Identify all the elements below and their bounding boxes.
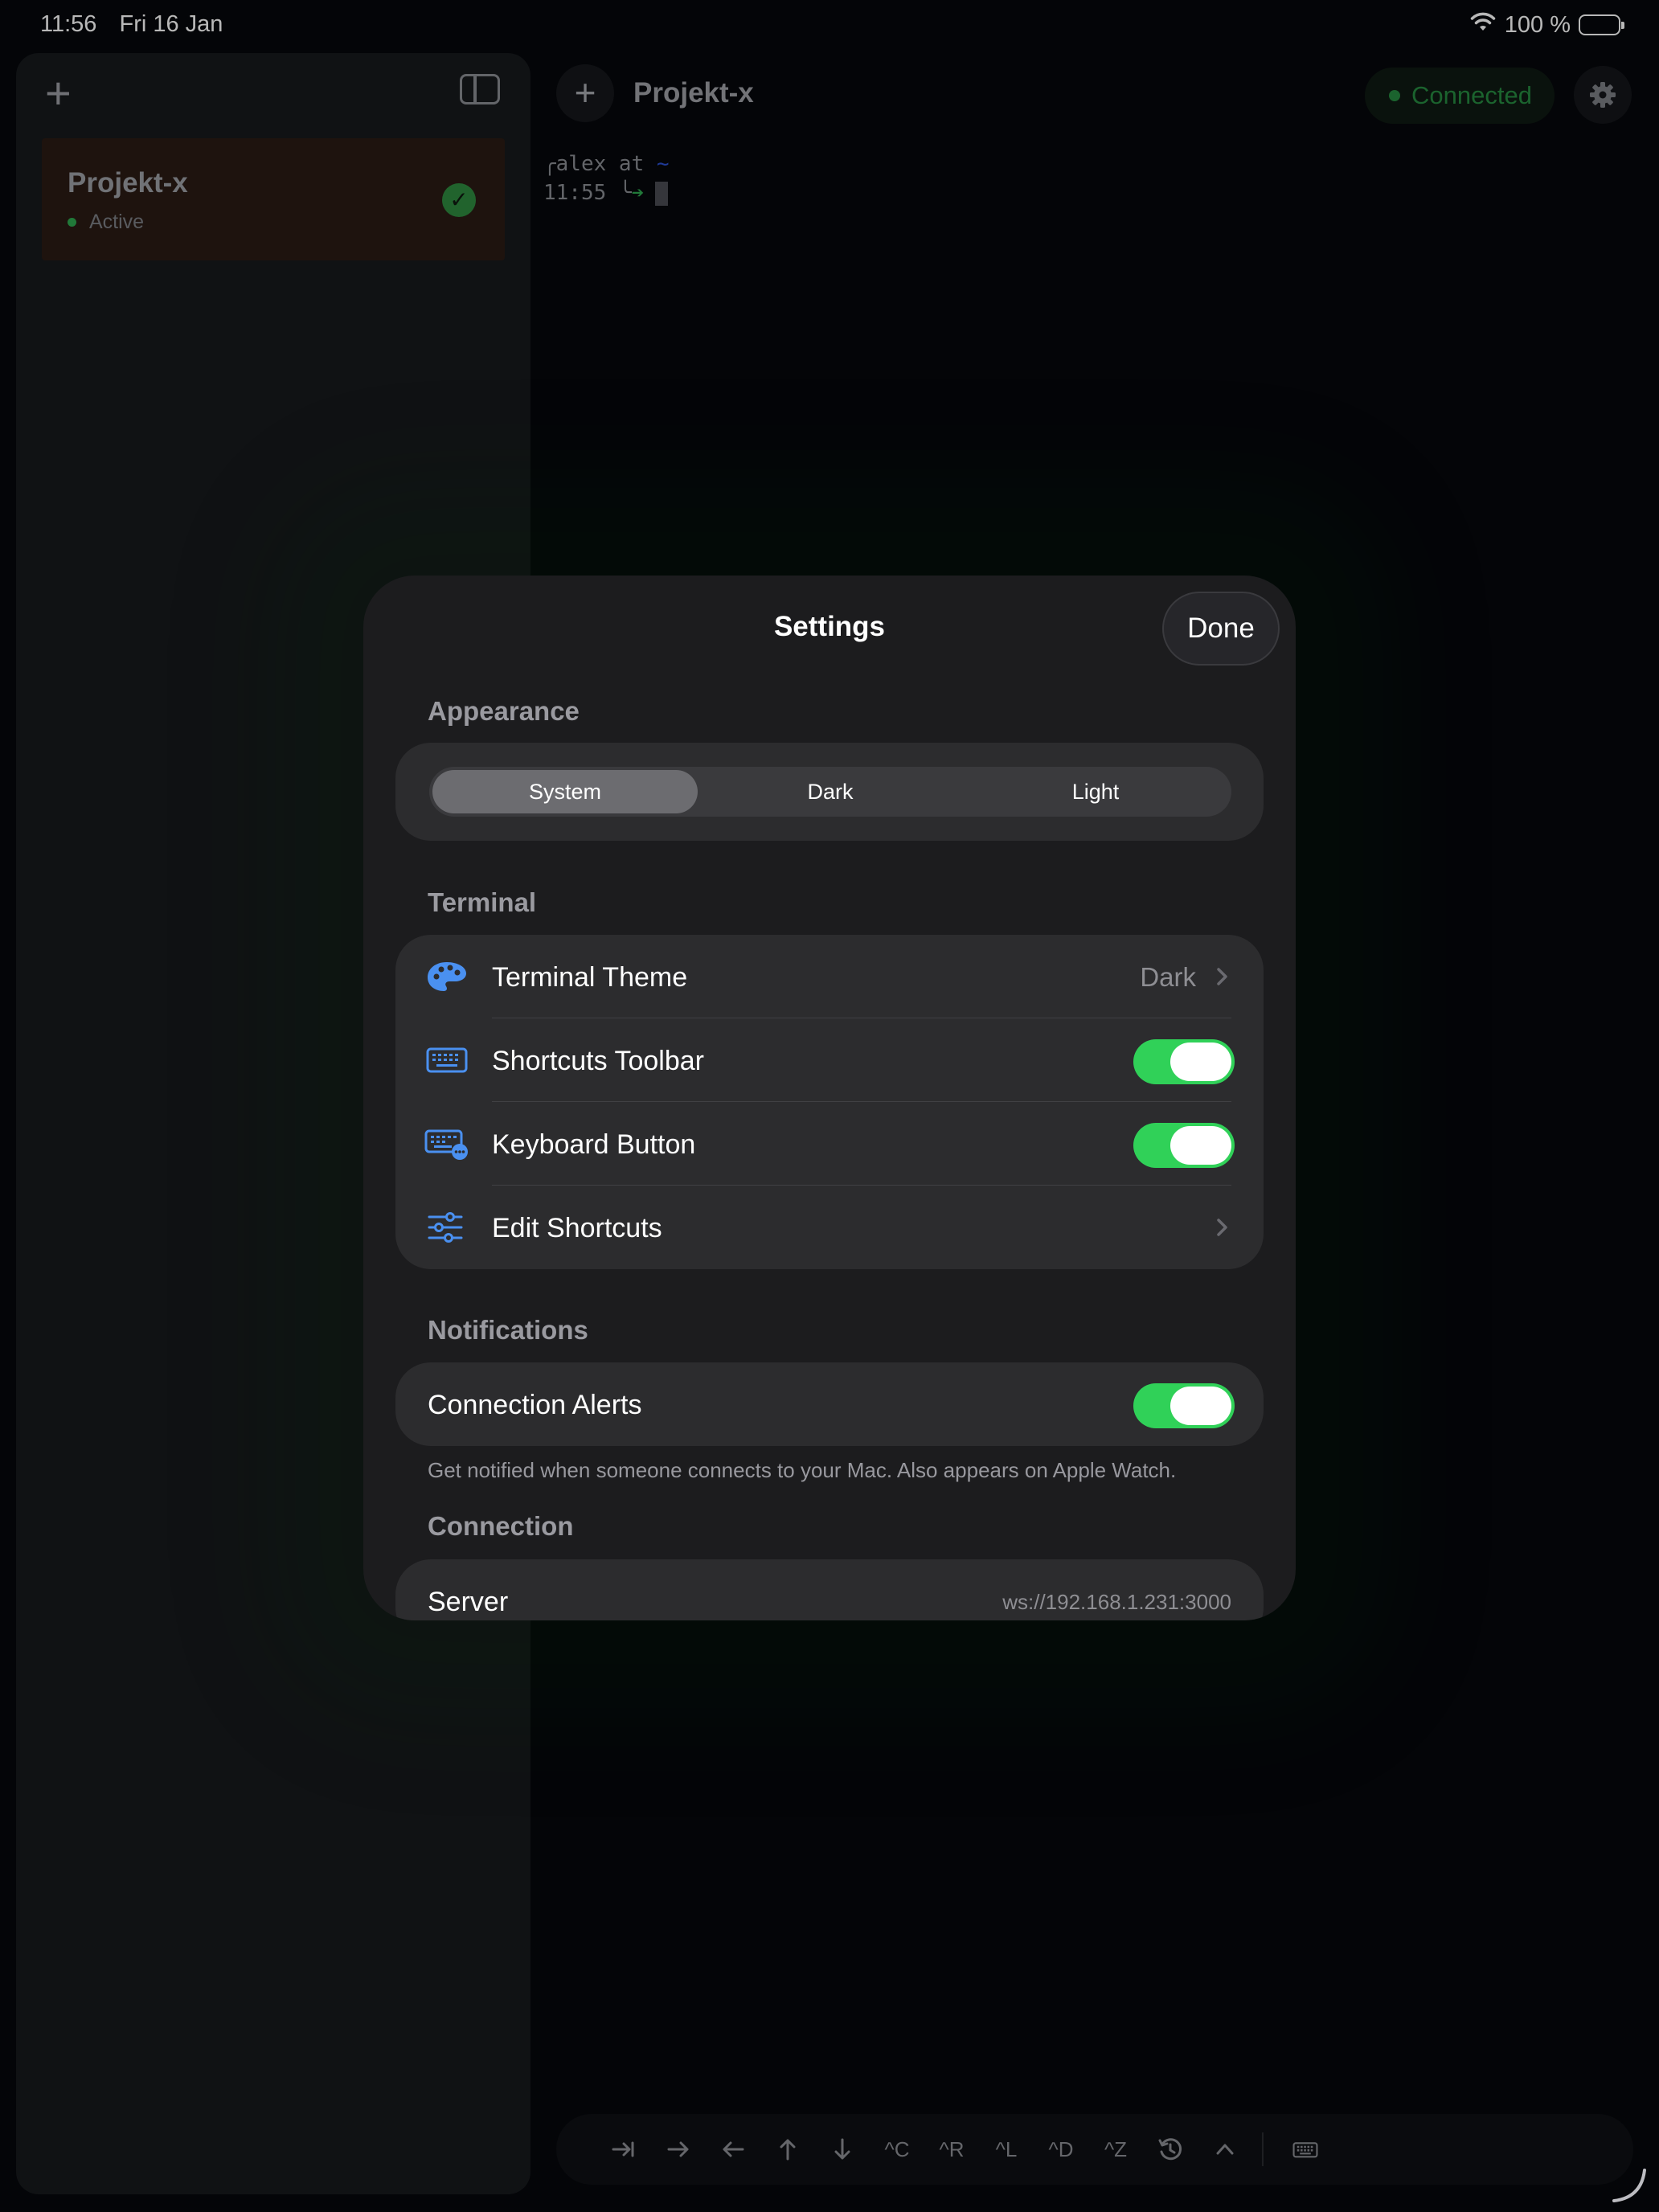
connection-alerts-label: Connection Alerts bbox=[428, 1390, 642, 1420]
notifications-header: Notifications bbox=[428, 1315, 588, 1345]
toggle-knob bbox=[1170, 1387, 1231, 1425]
settings-sheet: Settings Done Appearance System Dark Lig… bbox=[363, 576, 1296, 1620]
shortcuts-toolbar-toggle[interactable] bbox=[1133, 1039, 1235, 1084]
appearance-option-light[interactable]: Light bbox=[963, 770, 1228, 813]
terminal-card: Terminal Theme Dark Shortcuts Toolbar Ke… bbox=[395, 935, 1264, 1269]
appearance-segmented-control: System Dark Light bbox=[429, 767, 1231, 817]
appearance-option-system[interactable]: System bbox=[432, 770, 698, 813]
keyboard-icon bbox=[426, 1047, 468, 1073]
keyboard-button-row: Keyboard Button bbox=[395, 1102, 1264, 1186]
resize-grip-icon[interactable] bbox=[1609, 2165, 1649, 2206]
appearance-card: System Dark Light bbox=[395, 743, 1264, 841]
connection-card: Server ws://192.168.1.231:3000 bbox=[395, 1559, 1264, 1620]
terminal-theme-row[interactable]: Terminal Theme Dark bbox=[395, 935, 1264, 1018]
server-row[interactable]: Server ws://192.168.1.231:3000 bbox=[395, 1559, 1264, 1620]
toggle-knob bbox=[1170, 1043, 1231, 1081]
done-button[interactable]: Done bbox=[1162, 592, 1280, 666]
settings-title: Settings bbox=[773, 611, 886, 642]
chevron-right-icon bbox=[1217, 968, 1227, 985]
connection-alerts-row: Connection Alerts bbox=[395, 1362, 1264, 1446]
connection-alerts-toggle[interactable] bbox=[1133, 1383, 1235, 1428]
appearance-header: Appearance bbox=[428, 696, 580, 726]
shortcuts-toolbar-label: Shortcuts Toolbar bbox=[492, 1046, 704, 1076]
edit-shortcuts-label: Edit Shortcuts bbox=[492, 1213, 662, 1243]
connection-header: Connection bbox=[428, 1511, 574, 1541]
server-value: ws://192.168.1.231:3000 bbox=[1002, 1590, 1231, 1614]
server-label: Server bbox=[428, 1587, 509, 1617]
connection-alerts-footnote: Get notified when someone connects to yo… bbox=[428, 1458, 1177, 1482]
shortcuts-toolbar-row: Shortcuts Toolbar bbox=[395, 1018, 1264, 1102]
keyboard-button-label: Keyboard Button bbox=[492, 1129, 696, 1160]
terminal-theme-value: Dark bbox=[1140, 962, 1196, 992]
keyboard-badge-icon bbox=[424, 1129, 468, 1160]
sliders-icon bbox=[428, 1212, 463, 1243]
chevron-right-icon bbox=[1217, 1219, 1227, 1236]
terminal-theme-label: Terminal Theme bbox=[492, 962, 688, 993]
appearance-option-dark[interactable]: Dark bbox=[698, 770, 963, 813]
edit-shortcuts-row[interactable]: Edit Shortcuts bbox=[395, 1186, 1264, 1269]
toggle-knob bbox=[1170, 1126, 1231, 1165]
terminal-header: Terminal bbox=[428, 887, 537, 917]
notifications-card: Connection Alerts bbox=[395, 1362, 1264, 1446]
palette-icon bbox=[428, 962, 466, 991]
keyboard-button-toggle[interactable] bbox=[1133, 1123, 1235, 1168]
